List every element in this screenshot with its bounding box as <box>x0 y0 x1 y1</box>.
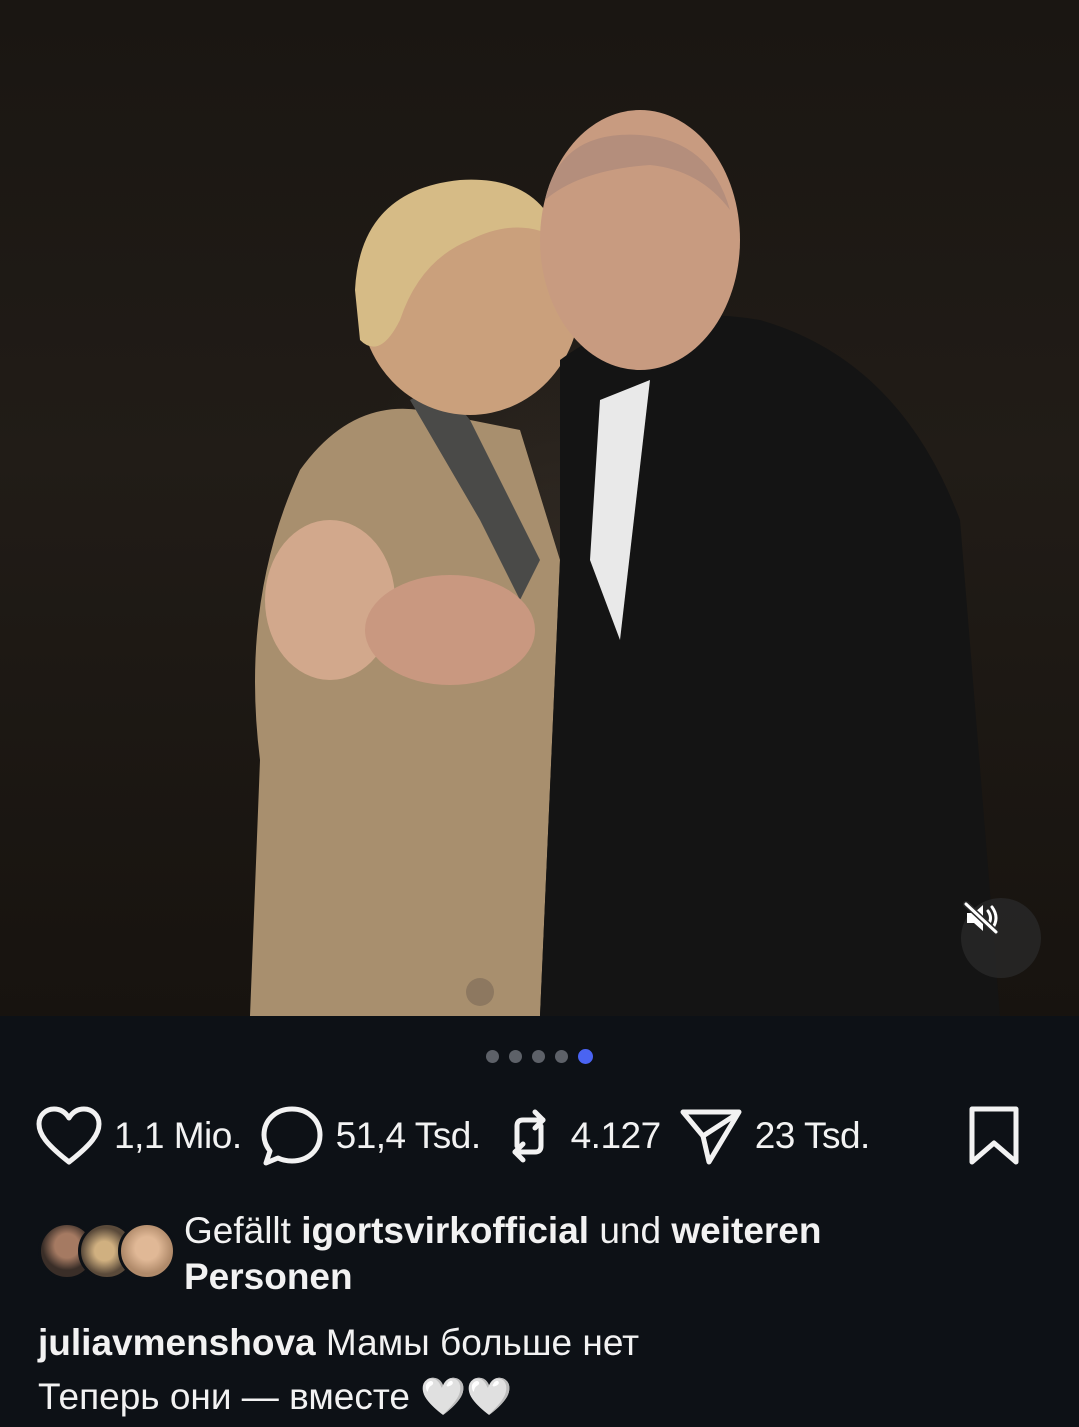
heart-icon <box>36 1106 102 1165</box>
comment-icon <box>261 1106 323 1166</box>
photo-illustration <box>250 110 1000 1016</box>
liked-by-others-2[interactable]: Personen <box>184 1256 353 1297</box>
comment-button[interactable]: 51,4 Tsd. <box>260 1105 481 1167</box>
action-bar: 1,1 Mio. 51,4 Tsd. 4.127 23 Tsd. <box>36 1100 1039 1172</box>
carousel-dot <box>555 1050 568 1063</box>
repost-count: 4.127 <box>570 1115 662 1156</box>
post-caption: juliavmenshova Мамы больше нет Теперь он… <box>38 1316 1049 1424</box>
save-button[interactable] <box>967 1105 1021 1167</box>
speaker-muted-icon <box>963 901 999 935</box>
comment-count: 51,4 Tsd. <box>335 1115 481 1156</box>
liked-by-row[interactable]: Gefällt igortsvirkofficial und weiteren … <box>38 1208 1049 1300</box>
post-image[interactable] <box>0 0 1079 1016</box>
bookmark-icon <box>969 1106 1019 1165</box>
like-button[interactable]: 1,1 Mio. <box>36 1106 242 1166</box>
liked-by-user[interactable]: igortsvirkofficial <box>301 1210 589 1251</box>
avatar <box>118 1222 176 1280</box>
send-icon <box>680 1109 742 1165</box>
carousel-dot <box>532 1050 545 1063</box>
liked-by-text: Gefällt igortsvirkofficial und weiteren … <box>184 1208 822 1300</box>
carousel-indicator <box>0 1049 1079 1064</box>
share-button[interactable]: 23 Tsd. <box>679 1106 870 1166</box>
share-count: 23 Tsd. <box>754 1115 871 1156</box>
liked-by-others[interactable]: weiteren <box>671 1210 821 1251</box>
liker-avatars <box>38 1222 176 1280</box>
caption-line-2: Теперь они — вместе 🤍🤍 <box>38 1376 513 1417</box>
liked-by-middle: und <box>599 1210 662 1251</box>
carousel-dot <box>486 1050 499 1063</box>
caption-line-1: Мамы больше нет <box>325 1322 640 1363</box>
repost-button[interactable]: 4.127 <box>499 1106 661 1166</box>
caption-username[interactable]: juliavmenshova <box>38 1322 316 1363</box>
liked-by-prefix: Gefällt <box>184 1210 291 1251</box>
carousel-dot <box>509 1050 522 1063</box>
carousel-dot-active <box>578 1049 593 1064</box>
mute-button[interactable] <box>961 898 1041 978</box>
like-count: 1,1 Mio. <box>114 1115 242 1156</box>
repost-icon <box>512 1109 546 1163</box>
